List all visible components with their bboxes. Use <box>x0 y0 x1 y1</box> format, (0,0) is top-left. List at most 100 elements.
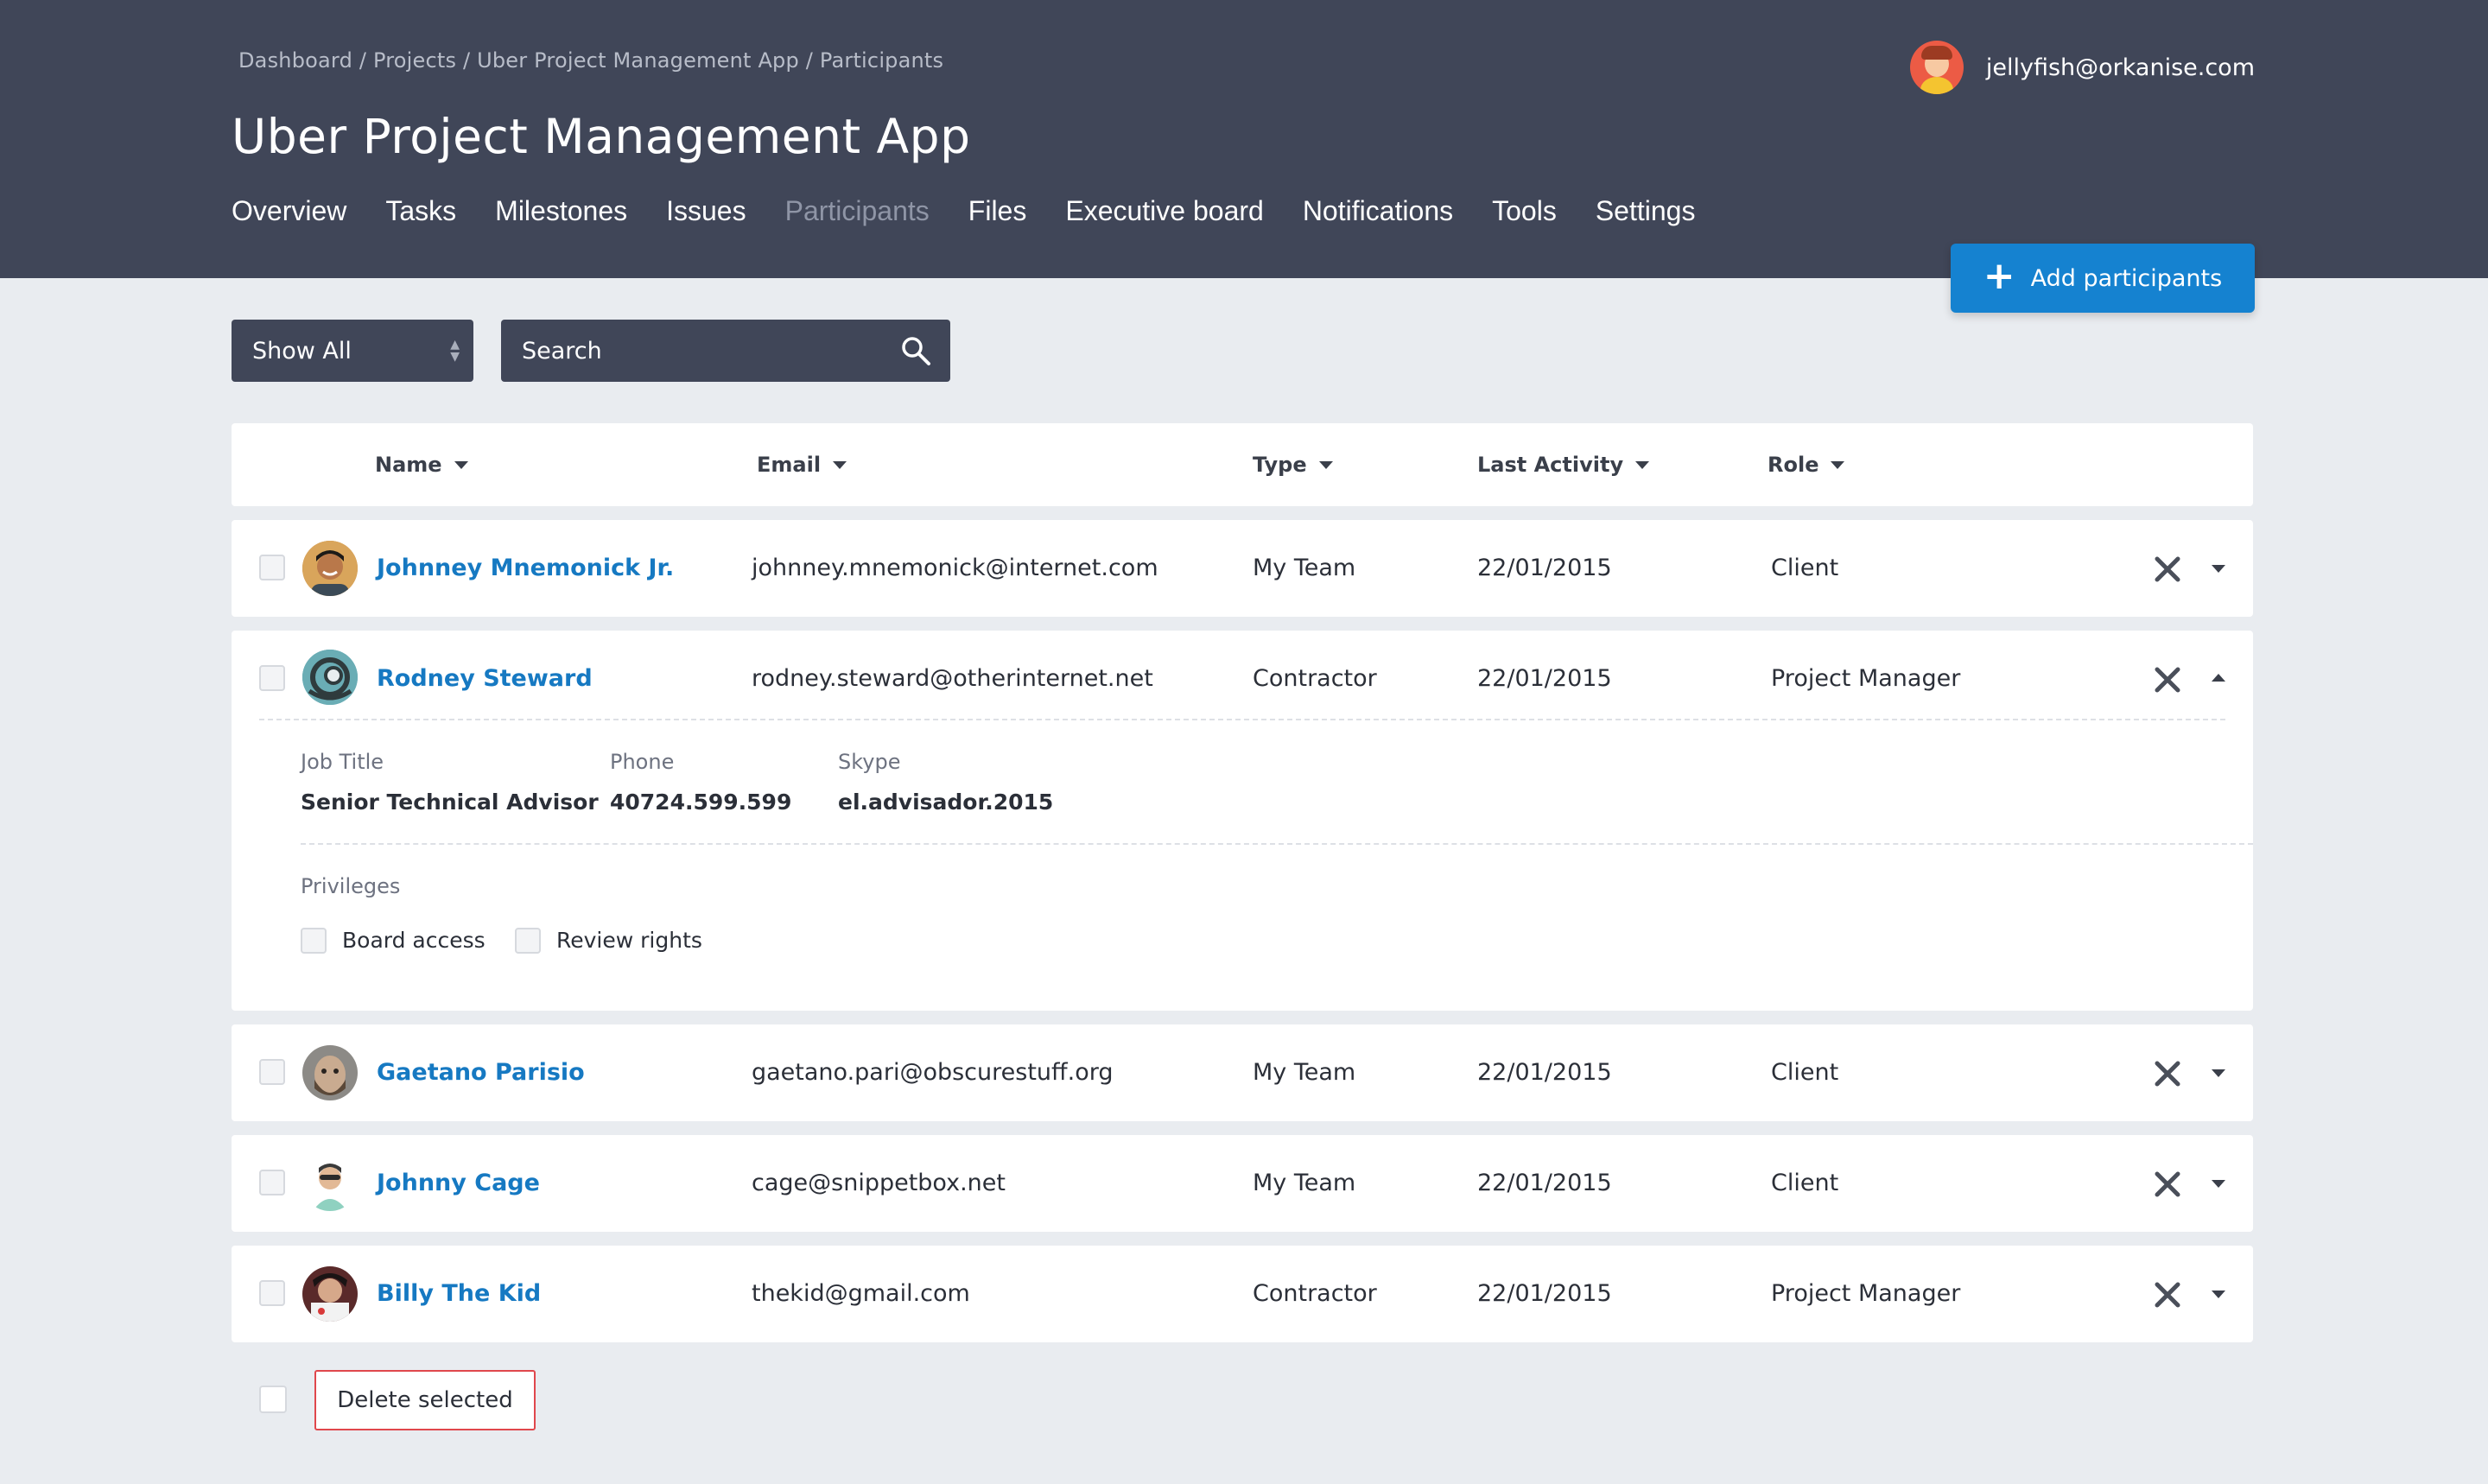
add-participants-label: Add participants <box>2030 264 2223 292</box>
collapse-chevron-icon[interactable] <box>2212 674 2225 682</box>
select-all-checkbox[interactable] <box>259 1386 287 1413</box>
column-email[interactable]: Email <box>757 453 847 477</box>
tab-tools[interactable]: Tools <box>1492 195 1557 227</box>
participant-type: My Team <box>1253 1170 1356 1196</box>
participant-name-link[interactable]: Johnney Mnemonick Jr. <box>377 555 674 581</box>
participant-type: My Team <box>1253 1059 1356 1086</box>
search-input[interactable]: Search <box>501 320 950 382</box>
participant-last-activity: 22/01/2015 <box>1477 555 1612 581</box>
table-row: Billy The Kid thekid@gmail.com Contracto… <box>232 1246 2253 1342</box>
avatar <box>302 541 358 596</box>
sort-arrows-icon: ▲ ▼ <box>450 338 460 364</box>
participant-type: Contractor <box>1253 665 1377 692</box>
participant-email: johnney.mnemonick@internet.com <box>752 555 1158 581</box>
expand-chevron-icon[interactable] <box>2212 1069 2225 1077</box>
participant-name-link[interactable]: Johnny Cage <box>377 1170 540 1196</box>
tab-tasks[interactable]: Tasks <box>385 195 456 227</box>
participant-last-activity: 22/01/2015 <box>1477 665 1612 692</box>
avatar[interactable] <box>1909 41 1964 94</box>
divider <box>301 843 2253 845</box>
row-checkbox[interactable] <box>259 665 285 691</box>
participant-email: gaetano.pari@obscurestuff.org <box>752 1059 1114 1086</box>
remove-icon[interactable] <box>2155 556 2180 582</box>
chevron-down-icon <box>1831 460 1845 469</box>
skype-label: Skype <box>838 750 901 774</box>
add-participants-button[interactable]: + Add participants <box>1951 244 2255 313</box>
remove-icon[interactable] <box>2155 1171 2180 1197</box>
divider <box>259 719 2225 720</box>
column-name[interactable]: Name <box>375 453 468 477</box>
chevron-down-icon <box>1635 460 1650 469</box>
skype-value: el.advisador.2015 <box>838 790 1054 815</box>
participant-last-activity: 22/01/2015 <box>1477 1059 1612 1086</box>
tab-notifications[interactable]: Notifications <box>1303 195 1453 227</box>
participant-last-activity: 22/01/2015 <box>1477 1170 1612 1196</box>
participant-email: cage@snippetbox.net <box>752 1170 1006 1196</box>
tab-issues[interactable]: Issues <box>666 195 746 227</box>
board-access-checkbox[interactable] <box>301 928 327 954</box>
expand-chevron-icon[interactable] <box>2212 1291 2225 1298</box>
review-rights-label[interactable]: Review rights <box>556 928 702 953</box>
search-icon[interactable] <box>900 335 931 366</box>
privileges-label: Privileges <box>301 874 401 898</box>
participant-role: Client <box>1771 1170 1839 1196</box>
participant-email: rodney.steward@otherinternet.net <box>752 665 1153 692</box>
user-menu[interactable]: jellyfish@orkanise.com <box>1909 40 2255 95</box>
remove-icon[interactable] <box>2155 667 2180 693</box>
user-email[interactable]: jellyfish@orkanise.com <box>1986 54 2255 81</box>
expand-chevron-icon[interactable] <box>2212 565 2225 573</box>
table-row: Gaetano Parisio gaetano.pari@obscurestuf… <box>232 1024 2253 1121</box>
participant-type: Contractor <box>1253 1280 1377 1307</box>
remove-icon[interactable] <box>2155 1061 2180 1087</box>
tab-overview[interactable]: Overview <box>232 195 346 227</box>
tab-milestones[interactable]: Milestones <box>495 195 627 227</box>
search-placeholder: Search <box>522 337 602 365</box>
delete-selected-button[interactable]: Delete selected <box>314 1370 536 1430</box>
table-header: Name Email Type Last Activity Role <box>232 423 2253 506</box>
phone-label: Phone <box>610 750 675 774</box>
table-row: Johnney Mnemonick Jr. johnney.mnemonick@… <box>232 520 2253 617</box>
tab-executive-board[interactable]: Executive board <box>1065 195 1263 227</box>
participant-name-link[interactable]: Gaetano Parisio <box>377 1059 585 1086</box>
row-checkbox[interactable] <box>259 555 285 580</box>
tab-participants[interactable]: Participants <box>785 195 930 227</box>
participant-role: Project Manager <box>1771 1280 1961 1307</box>
review-rights-checkbox[interactable] <box>515 928 541 954</box>
participant-role: Client <box>1771 555 1839 581</box>
chevron-down-icon <box>454 460 468 469</box>
tab-settings[interactable]: Settings <box>1596 195 1696 227</box>
participant-name-link[interactable]: Billy The Kid <box>377 1280 541 1307</box>
table-row: Rodney Steward rodney.steward@otherinter… <box>232 631 2253 1011</box>
remove-icon[interactable] <box>2155 1282 2180 1308</box>
page-title: Uber Project Management App <box>232 109 971 164</box>
project-nav: Overview Tasks Milestones Issues Partici… <box>232 195 1734 227</box>
breadcrumb[interactable]: Dashboard / Projects / Uber Project Mana… <box>238 48 943 73</box>
participant-role: Project Manager <box>1771 665 1961 692</box>
column-last-activity[interactable]: Last Activity <box>1477 453 1650 477</box>
plus-icon: + <box>1983 254 2015 298</box>
table-row: Johnny Cage cage@snippetbox.net My Team … <box>232 1135 2253 1232</box>
row-checkbox[interactable] <box>259 1059 285 1085</box>
avatar <box>302 650 358 705</box>
participant-last-activity: 22/01/2015 <box>1477 1280 1612 1307</box>
column-type[interactable]: Type <box>1253 453 1333 477</box>
participant-role: Client <box>1771 1059 1839 1086</box>
participant-type: My Team <box>1253 555 1356 581</box>
column-role[interactable]: Role <box>1768 453 1845 477</box>
filter-select[interactable]: Show All ▲ ▼ <box>232 320 473 382</box>
row-checkbox[interactable] <box>259 1170 285 1195</box>
participant-name-link[interactable]: Rodney Steward <box>377 665 593 692</box>
filter-select-value: Show All <box>252 337 352 365</box>
chevron-down-icon <box>833 460 847 469</box>
avatar <box>302 1045 358 1100</box>
job-title-value: Senior Technical Advisor <box>301 790 599 815</box>
avatar <box>302 1156 358 1211</box>
participant-email: thekid@gmail.com <box>752 1280 970 1307</box>
avatar <box>302 1266 358 1322</box>
expand-chevron-icon[interactable] <box>2212 1180 2225 1188</box>
phone-value: 40724.599.599 <box>610 790 792 815</box>
row-checkbox[interactable] <box>259 1280 285 1306</box>
app-header: Dashboard / Projects / Uber Project Mana… <box>0 0 2488 278</box>
tab-files[interactable]: Files <box>968 195 1027 227</box>
board-access-label[interactable]: Board access <box>342 928 486 953</box>
